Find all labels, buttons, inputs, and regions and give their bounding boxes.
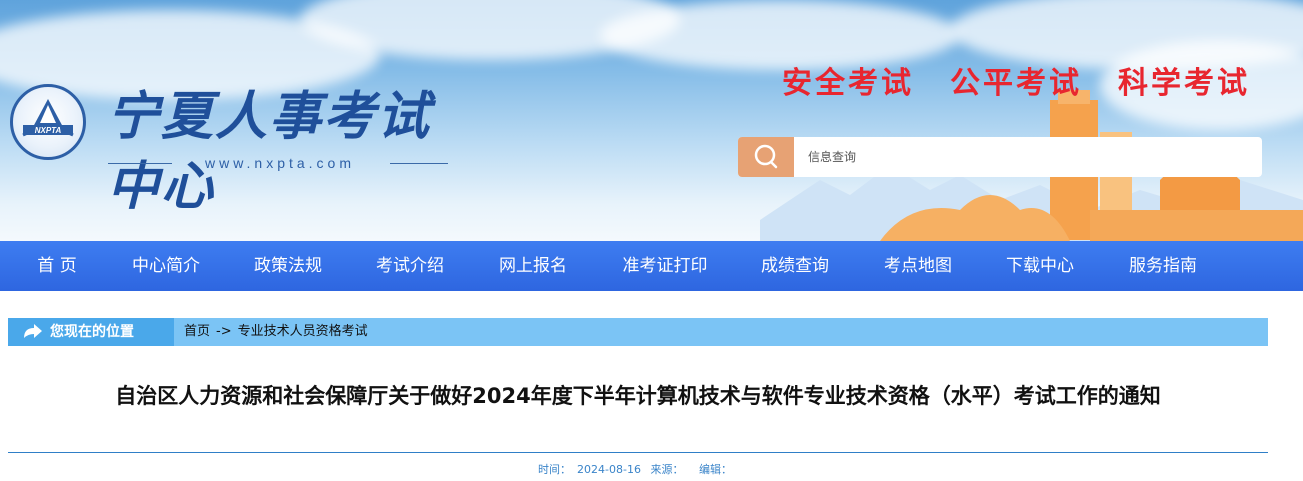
- nav-item-admit-card[interactable]: 准考证打印: [620, 241, 710, 291]
- article-title: 自治区人力资源和社会保障厅关于做好2024年度下半年计算机技术与软件专业技术资格…: [115, 384, 1161, 408]
- logo-url-rule-right: [390, 163, 448, 164]
- search-button[interactable]: [738, 137, 794, 177]
- nav-item-home[interactable]: 首 页: [33, 241, 81, 291]
- meta-editor-label: 编辑：: [698, 463, 732, 476]
- main-nav: 首 页 中心简介 政策法规 考试介绍 网上报名 准考证打印 成绩查询 考点地图 …: [0, 241, 1303, 291]
- location-arrow-icon: [24, 324, 42, 338]
- slogan-science: 科学考试: [1118, 66, 1250, 101]
- nxpta-logo-badge: NXPTA: [10, 84, 86, 160]
- slogan-safe: 安全考试: [782, 66, 914, 101]
- breadcrumb-current-link[interactable]: 专业技术人员资格考试: [238, 324, 368, 339]
- breadcrumb-path: 首页 -> 专业技术人员资格考试: [184, 318, 374, 346]
- nav-item-policy[interactable]: 政策法规: [252, 241, 324, 291]
- search-box: [738, 137, 1262, 177]
- site-logo-title: 宁夏人事考试中心: [107, 86, 432, 217]
- nav-item-registration[interactable]: 网上报名: [497, 241, 569, 291]
- meta-source-label: 来源：: [650, 463, 684, 476]
- meta-time-value: 2024-08-16: [577, 463, 641, 476]
- slogan-bar: 安全考试 公平考试 科学考试: [782, 58, 1282, 101]
- nav-item-score[interactable]: 成绩查询: [759, 241, 831, 291]
- ground-building: [1090, 210, 1303, 241]
- nav-item-exam-intro[interactable]: 考试介绍: [374, 241, 446, 291]
- nav-item-download[interactable]: 下载中心: [1004, 241, 1076, 291]
- site-url: www.nxpta.com: [204, 155, 356, 171]
- nav-item-venue-map[interactable]: 考点地图: [882, 241, 954, 291]
- breadcrumb-home-link[interactable]: 首页: [184, 324, 210, 339]
- title-divider: [8, 452, 1268, 453]
- article-meta: 时间： 2024-08-16 来源： 编辑：: [0, 461, 1276, 477]
- search-input[interactable]: [808, 137, 1248, 177]
- breadcrumb-separator: ->: [216, 324, 232, 339]
- search-icon: [754, 144, 778, 169]
- location-tag: 您现在的位置: [8, 318, 174, 346]
- slogan-fair: 公平考试: [950, 66, 1082, 101]
- header-banner: NXPTA 宁夏人事考试中心 www.nxpta.com 安全考试 公平考试 科学考…: [0, 0, 1303, 241]
- location-tag-label: 您现在的位置: [50, 324, 134, 340]
- nav-item-service[interactable]: 服务指南: [1127, 241, 1199, 291]
- nav-item-about[interactable]: 中心简介: [130, 241, 202, 291]
- mountain-logo-icon: NXPTA: [22, 99, 74, 137]
- logo-url-rule-left: [108, 163, 172, 164]
- logo-badge-text: NXPTA: [35, 126, 62, 135]
- breadcrumb: 您现在的位置 首页 -> 专业技术人员资格考试: [8, 318, 1268, 346]
- meta-time-label: 时间：: [538, 463, 572, 476]
